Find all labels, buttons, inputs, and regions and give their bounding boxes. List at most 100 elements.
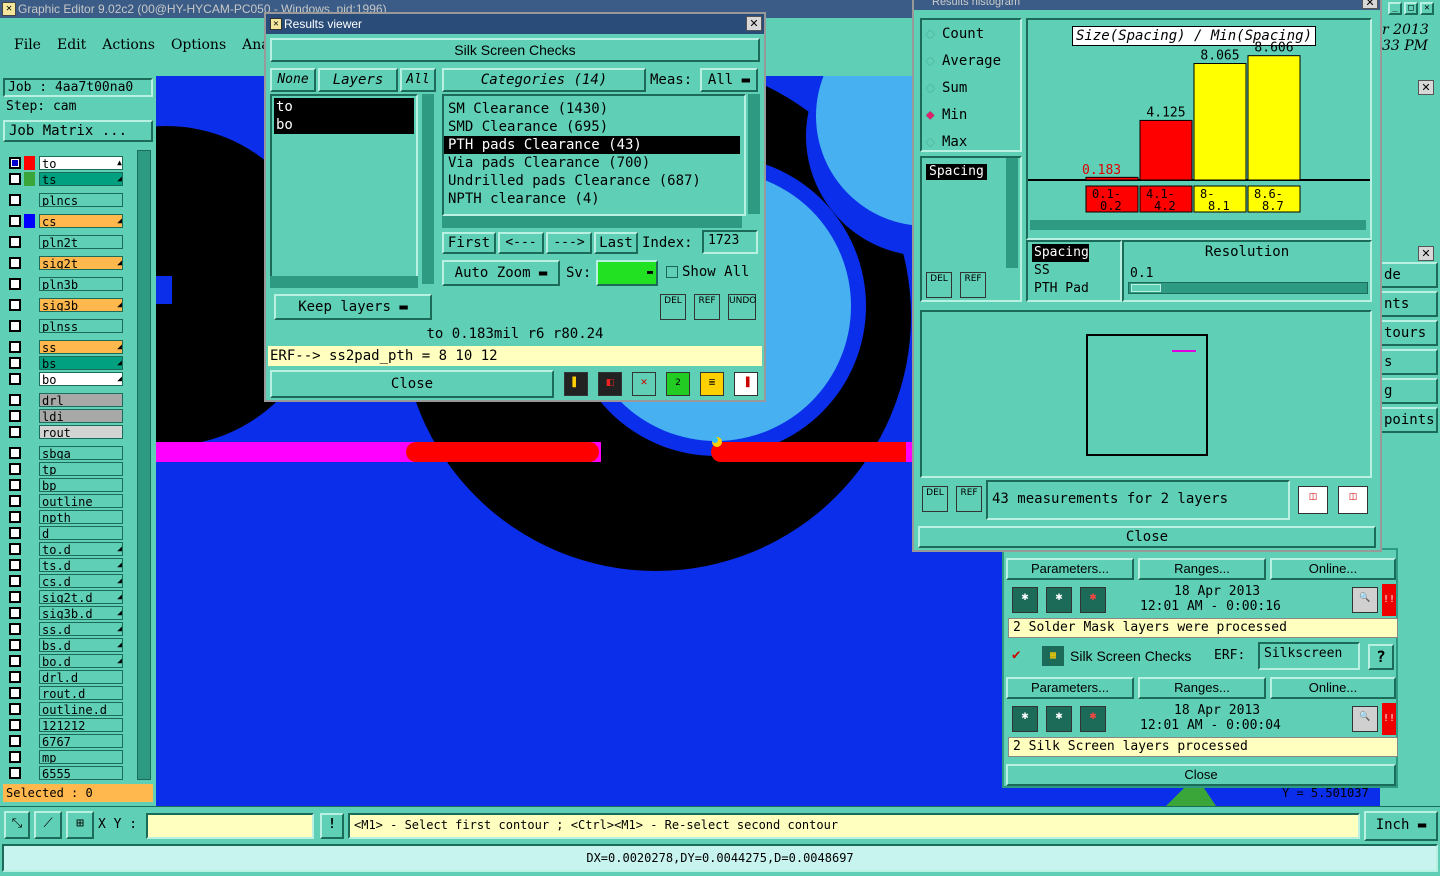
categories-vscroll[interactable] bbox=[748, 94, 760, 214]
layer-color-swatch[interactable] bbox=[24, 478, 35, 492]
run-icon-d[interactable]: ✱ bbox=[1012, 706, 1038, 732]
layer-row[interactable]: 121212 bbox=[6, 718, 124, 732]
index-field[interactable]: 1723 bbox=[702, 230, 758, 254]
layer-visibility-checkbox[interactable] bbox=[9, 735, 21, 747]
categories-list[interactable]: SM Clearance (1430) SMD Clearance (695) PT… bbox=[442, 94, 746, 216]
histogram-close-button[interactable]: Close bbox=[918, 526, 1376, 548]
layer-visibility-checkbox[interactable] bbox=[9, 719, 21, 731]
layer-row[interactable]: d bbox=[6, 526, 124, 540]
online-button-2[interactable]: Online... bbox=[1270, 677, 1396, 699]
measure-list-item[interactable]: SS bbox=[1032, 262, 1089, 280]
layer-visibility-checkbox[interactable] bbox=[9, 591, 21, 603]
zoom-icon-1[interactable]: 🔍 bbox=[1352, 587, 1378, 613]
layer-row[interactable]: mp bbox=[6, 750, 124, 764]
layer-color-swatch[interactable] bbox=[24, 526, 35, 540]
layer-row[interactable]: pln3b bbox=[6, 277, 124, 291]
del-icon[interactable]: DEL bbox=[660, 294, 686, 320]
side-menu-item[interactable]: g bbox=[1380, 378, 1438, 404]
job-matrix-button[interactable]: Job Matrix ... bbox=[3, 120, 153, 142]
highlight-icon[interactable]: ▌ bbox=[564, 372, 588, 396]
layer-visibility-checkbox[interactable] bbox=[9, 357, 21, 369]
layer-row[interactable]: to ▲ bbox=[6, 156, 124, 170]
layer-color-swatch[interactable] bbox=[24, 750, 35, 764]
radio-diamond-icon[interactable]: ◆ bbox=[926, 78, 942, 98]
last-button[interactable]: Last bbox=[594, 232, 638, 254]
help-button[interactable]: ? bbox=[1368, 644, 1394, 670]
layer-color-swatch[interactable] bbox=[24, 510, 35, 524]
snap-tool-icon[interactable]: ⊞ bbox=[66, 811, 94, 839]
layer-color-swatch[interactable] bbox=[24, 340, 35, 354]
layer-color-swatch[interactable] bbox=[24, 156, 35, 170]
next-button[interactable]: ---> bbox=[546, 232, 592, 254]
prev-button[interactable]: <--- bbox=[498, 232, 544, 254]
layer-list-hscroll[interactable] bbox=[270, 276, 418, 288]
layer-row[interactable]: ts ◢ bbox=[6, 172, 124, 186]
layer-row[interactable]: 6767 bbox=[6, 734, 124, 748]
layer-visibility-checkbox[interactable] bbox=[9, 299, 21, 311]
side-menu-item[interactable]: s bbox=[1380, 349, 1438, 375]
resolution-slider-thumb[interactable] bbox=[1131, 284, 1161, 292]
layer-visibility-checkbox[interactable] bbox=[9, 215, 21, 227]
stat-option[interactable]: ◆ Min bbox=[926, 105, 1001, 132]
keep-layers-dropdown[interactable]: Keep layers ▬ bbox=[274, 294, 432, 320]
side-menu-item[interactable]: nts bbox=[1380, 291, 1438, 317]
info-icon[interactable]: ! bbox=[320, 813, 344, 839]
xy-input[interactable] bbox=[146, 813, 314, 839]
layer-row[interactable]: cs.d ◢ bbox=[6, 574, 124, 588]
layer-color-swatch[interactable] bbox=[24, 256, 35, 270]
layer-visibility-checkbox[interactable] bbox=[9, 527, 21, 539]
categories-button[interactable]: Categories (14) bbox=[442, 68, 646, 92]
run-icon-f[interactable]: ✱ bbox=[1080, 706, 1106, 732]
layer-row[interactable]: sig3b ◢ bbox=[6, 298, 124, 312]
layer-color-swatch[interactable] bbox=[24, 494, 35, 508]
side-window-close-1[interactable]: ✕ bbox=[1418, 80, 1434, 95]
layer-visibility-checkbox[interactable] bbox=[9, 373, 21, 385]
layer-visibility-checkbox[interactable] bbox=[9, 479, 21, 491]
layer-color-swatch[interactable] bbox=[24, 558, 35, 572]
layer-color-swatch[interactable] bbox=[24, 172, 35, 186]
menu-item[interactable]: File bbox=[14, 37, 41, 53]
undo-icon[interactable]: UNDO bbox=[728, 294, 756, 320]
level-icon[interactable]: 2 bbox=[666, 372, 690, 396]
units-dropdown[interactable]: Inch ▬ bbox=[1364, 811, 1438, 841]
run-icon-c[interactable]: ✱ bbox=[1080, 587, 1106, 613]
layer-color-swatch[interactable] bbox=[24, 319, 35, 333]
run-icon-e[interactable]: ✱ bbox=[1046, 706, 1072, 732]
radio-diamond-icon[interactable]: ◆ bbox=[926, 132, 942, 152]
maximize-button[interactable]: □ bbox=[1404, 2, 1418, 15]
layer-row[interactable]: sbga bbox=[6, 446, 124, 460]
categories-hscroll[interactable] bbox=[442, 216, 742, 228]
layer-color-swatch[interactable] bbox=[24, 702, 35, 716]
auto-zoom-dropdown[interactable]: Auto Zoom ▬ bbox=[442, 260, 560, 286]
menu-item[interactable]: Edit bbox=[57, 37, 86, 53]
meas-dropdown[interactable]: All ▬ bbox=[700, 68, 758, 92]
layer-visibility-checkbox[interactable] bbox=[9, 687, 21, 699]
layer-row[interactable]: outline.d bbox=[6, 702, 124, 716]
layer-color-swatch[interactable] bbox=[24, 462, 35, 476]
layer-row[interactable]: bs ◢ bbox=[6, 356, 124, 370]
layer-color-swatch[interactable] bbox=[24, 622, 35, 636]
layer-color-swatch[interactable] bbox=[24, 277, 35, 291]
category-item[interactable]: NPTH clearance (4) bbox=[444, 190, 740, 208]
zoom-icon-2[interactable]: 🔍 bbox=[1352, 706, 1378, 732]
layer-row[interactable]: tp bbox=[6, 462, 124, 476]
layer-row[interactable]: drl.d bbox=[6, 670, 124, 684]
stat-option[interactable]: ◆ Count bbox=[926, 24, 1001, 51]
stat-option[interactable]: ◆ Max bbox=[926, 132, 1001, 159]
layer-color-swatch[interactable] bbox=[24, 590, 35, 604]
layer-color-swatch[interactable] bbox=[24, 686, 35, 700]
erf-field[interactable]: Silkscreen bbox=[1258, 642, 1360, 670]
prev-measure-icon[interactable]: ◫ bbox=[1298, 486, 1328, 514]
checks-close-button[interactable]: Close bbox=[1006, 764, 1396, 786]
viewer-layer-item[interactable]: to bbox=[274, 98, 414, 116]
side-menu-item[interactable]: tours bbox=[1380, 320, 1438, 346]
measure-list-item[interactable]: Spacing bbox=[1032, 244, 1089, 262]
hist-ref-icon[interactable]: REF bbox=[960, 272, 986, 298]
layer-color-swatch[interactable] bbox=[24, 298, 35, 312]
layer-row[interactable]: bo.d ◢ bbox=[6, 654, 124, 668]
layer-color-swatch[interactable] bbox=[24, 654, 35, 668]
side-window-close-2[interactable]: ✕ bbox=[1418, 246, 1434, 261]
layer-row[interactable]: drl bbox=[6, 393, 124, 407]
layer-row[interactable]: to.d ◢ bbox=[6, 542, 124, 556]
layer-visibility-checkbox[interactable] bbox=[9, 320, 21, 332]
